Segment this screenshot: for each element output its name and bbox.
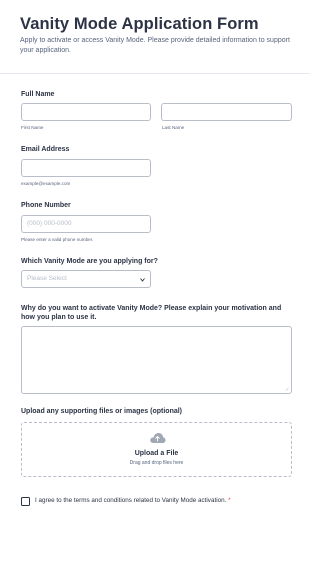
file-upload-dropzone[interactable]: Upload a File Drag and drop files here [21, 422, 292, 477]
phone-placeholder: (000) 000-0000 [27, 220, 72, 227]
email-label: Email Address [21, 146, 70, 153]
upload-title: Upload a File [134, 450, 179, 457]
cloud-upload-icon [150, 433, 166, 443]
terms-label: I agree to the terms and conditions rela… [35, 497, 231, 504]
terms-text: I agree to the terms and conditions rela… [35, 497, 227, 504]
motivation-label: Why do you want to activate Vanity Mode?… [21, 305, 282, 321]
required-mark: * [228, 497, 231, 504]
first-name-input[interactable] [21, 103, 151, 121]
full-name-label: Full Name [21, 91, 55, 98]
mode-select-label: Which Vanity Mode are you applying for? [21, 258, 158, 265]
email-input[interactable] [21, 159, 151, 177]
chevron-down-icon [140, 278, 145, 282]
mode-select-dropdown[interactable]: Please Select [21, 270, 151, 288]
email-sublabel: example@example.com [21, 181, 71, 186]
phone-label: Phone Number [21, 202, 71, 209]
form-title: Vanity Mode Application Form [20, 15, 259, 33]
phone-input[interactable]: (000) 000-0000 [21, 215, 151, 233]
resize-handle-icon[interactable] [284, 386, 289, 391]
phone-sublabel: Please enter a valid phone number. [21, 237, 94, 242]
mode-select-value: Please Select [27, 275, 67, 282]
upload-label: Upload any supporting files or images (o… [21, 408, 183, 415]
upload-subtitle: Drag and drop files here [129, 460, 184, 466]
terms-checkbox[interactable] [21, 497, 30, 506]
form-header: Vanity Mode Application Form Apply to ac… [0, 0, 310, 74]
form-subtitle: Apply to activate or access Vanity Mode.… [20, 37, 290, 54]
motivation-textarea[interactable] [21, 326, 292, 394]
last-name-sublabel: Last Name [162, 125, 185, 130]
first-name-sublabel: First Name [21, 125, 44, 130]
last-name-input[interactable] [161, 103, 292, 121]
